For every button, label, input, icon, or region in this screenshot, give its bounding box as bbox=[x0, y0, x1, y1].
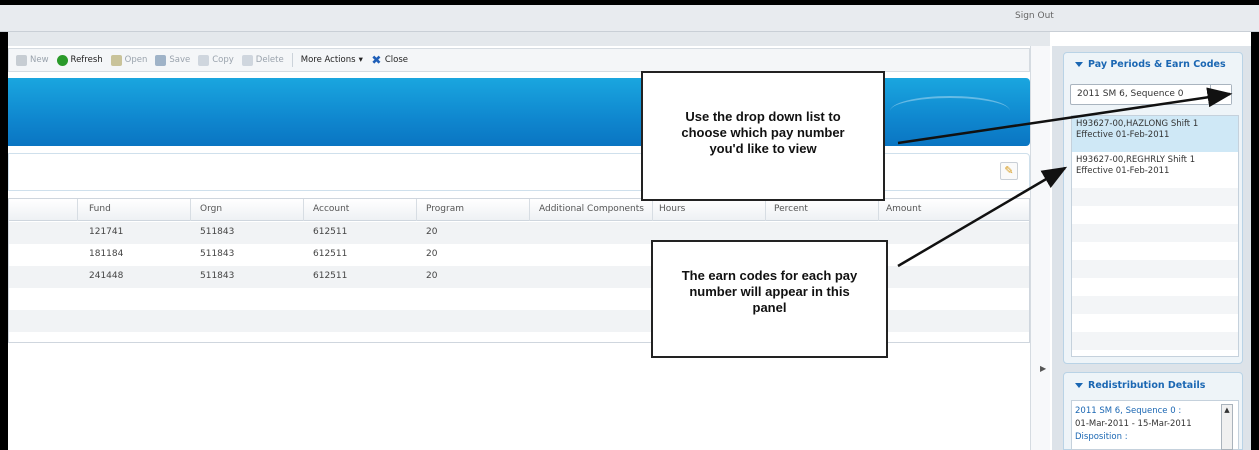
open-button[interactable]: Open bbox=[108, 53, 151, 68]
list-stripe bbox=[1072, 188, 1238, 206]
close-button[interactable]: ✖ Close bbox=[368, 53, 411, 68]
save-icon bbox=[155, 54, 167, 66]
redistribution-title[interactable]: Redistribution Details bbox=[1075, 380, 1205, 391]
folder-icon bbox=[110, 54, 122, 66]
chevron-down-icon: ▾ bbox=[358, 55, 363, 65]
column-divider bbox=[878, 199, 879, 221]
callout-line: panel bbox=[752, 300, 787, 315]
copy-icon bbox=[198, 54, 210, 66]
earn-code-effective: Effective 01-Feb-2011 bbox=[1076, 130, 1170, 140]
refresh-label: Refresh bbox=[70, 55, 103, 65]
banner-swoosh-decoration bbox=[890, 96, 1010, 126]
column-header-percent[interactable]: Percent bbox=[774, 204, 808, 214]
content-top-strip bbox=[8, 32, 1050, 46]
column-header-fund[interactable]: Fund bbox=[89, 204, 111, 214]
column-divider bbox=[652, 199, 653, 221]
earn-codes-callout: The earn codes for each pay number will … bbox=[651, 240, 888, 358]
copy-button[interactable]: Copy bbox=[195, 53, 237, 68]
orgn-cell: 511843 bbox=[200, 227, 235, 237]
screenshot-border-left bbox=[0, 0, 8, 450]
column-divider bbox=[416, 199, 417, 221]
redistribution-details: 2011 SM 6, Sequence 0 : 01-Mar-2011 - 15… bbox=[1071, 400, 1239, 450]
refresh-icon bbox=[56, 54, 68, 66]
account-cell: 612511 bbox=[313, 249, 348, 259]
expand-right-icon[interactable]: ▶ bbox=[1040, 364, 1046, 373]
top-header-bar: Sign Out bbox=[0, 0, 1259, 32]
delete-button[interactable]: Delete bbox=[239, 53, 287, 68]
program-cell: 20 bbox=[426, 249, 438, 259]
orgn-cell: 511843 bbox=[200, 271, 235, 281]
refresh-button[interactable]: Refresh bbox=[54, 53, 106, 68]
fund-cell: 241448 bbox=[89, 271, 124, 281]
scroll-up-icon[interactable]: ▲ bbox=[1222, 405, 1232, 415]
pay-periods-title-text: Pay Periods & Earn Codes bbox=[1088, 59, 1226, 70]
save-label: Save bbox=[169, 55, 191, 65]
earn-code-item[interactable]: H93627-00,REGHRLY Shift 1 Effective 01-F… bbox=[1072, 152, 1238, 188]
dropdown-callout: Use the drop down list to choose which p… bbox=[641, 71, 885, 201]
close-label: Close bbox=[384, 55, 408, 65]
screenshot-border-right bbox=[1251, 0, 1259, 450]
panel-splitter[interactable] bbox=[1030, 46, 1050, 450]
open-label: Open bbox=[124, 55, 148, 65]
fund-cell: 181184 bbox=[89, 249, 124, 259]
column-header-account[interactable]: Account bbox=[313, 204, 349, 214]
redistribution-sequence-link[interactable]: 2011 SM 6, Sequence 0 : bbox=[1075, 405, 1220, 418]
earn-codes-list: H93627-00,HAZLONG Shift 1 Effective 01-F… bbox=[1071, 115, 1239, 357]
pay-periods-title[interactable]: Pay Periods & Earn Codes bbox=[1075, 59, 1226, 70]
program-cell: 20 bbox=[426, 227, 438, 237]
new-label: New bbox=[30, 55, 49, 65]
collapse-triangle-icon bbox=[1075, 62, 1083, 67]
column-divider bbox=[765, 199, 766, 221]
more-actions-label: More Actions bbox=[300, 55, 356, 65]
more-actions-button[interactable]: More Actions ▾ bbox=[298, 53, 366, 67]
chevron-down-icon[interactable]: ▼ bbox=[1210, 85, 1231, 104]
column-header-orgn[interactable]: Orgn bbox=[200, 204, 222, 214]
edit-pencil-icon[interactable]: ✎ bbox=[1000, 162, 1018, 180]
delete-icon bbox=[241, 54, 253, 66]
save-button[interactable]: Save bbox=[152, 53, 193, 68]
callout-line: The earn codes for each pay bbox=[681, 268, 858, 283]
earn-code-name: H93627-00,HAZLONG Shift 1 bbox=[1076, 119, 1199, 129]
pay-period-select[interactable]: 2011 SM 6, Sequence 0 bbox=[1070, 84, 1232, 105]
redistribution-date-range: 01-Mar-2011 - 15-Mar-2011 bbox=[1075, 419, 1192, 429]
action-toolbar: New Refresh Open Save Copy Delete More A… bbox=[8, 48, 1030, 72]
collapse-triangle-icon bbox=[1075, 383, 1083, 388]
list-stripe bbox=[1072, 260, 1238, 278]
earn-code-name: H93627-00,REGHRLY Shift 1 bbox=[1076, 155, 1196, 165]
earn-code-item[interactable]: H93627-00,HAZLONG Shift 1 Effective 01-F… bbox=[1072, 116, 1238, 152]
grid-header: Fund Orgn Account Program Additional Com… bbox=[9, 199, 1029, 221]
earn-code-effective: Effective 01-Feb-2011 bbox=[1076, 166, 1170, 176]
new-icon bbox=[16, 54, 27, 66]
delete-label: Delete bbox=[255, 55, 284, 65]
redistribution-title-text: Redistribution Details bbox=[1088, 380, 1206, 391]
sign-out-link[interactable]: Sign Out bbox=[1015, 11, 1054, 21]
column-divider bbox=[303, 199, 304, 221]
new-button[interactable]: New bbox=[13, 53, 52, 68]
list-stripe bbox=[1072, 224, 1238, 242]
list-stripe bbox=[1072, 296, 1238, 314]
account-cell: 612511 bbox=[313, 227, 348, 237]
redistribution-disposition: Disposition : bbox=[1075, 432, 1128, 442]
orgn-cell: 511843 bbox=[200, 249, 235, 259]
column-header-hours[interactable]: Hours bbox=[659, 204, 685, 214]
toolbar-divider bbox=[291, 53, 293, 67]
fund-cell: 121741 bbox=[89, 227, 124, 237]
column-divider bbox=[77, 199, 78, 221]
list-stripe bbox=[1072, 332, 1238, 350]
close-icon: ✖ bbox=[371, 52, 382, 67]
column-divider bbox=[190, 199, 191, 221]
copy-label: Copy bbox=[212, 55, 234, 65]
callout-line: number will appear in this bbox=[689, 284, 850, 299]
program-cell: 20 bbox=[426, 271, 438, 281]
callout-line: choose which pay number bbox=[681, 125, 845, 140]
column-header-program[interactable]: Program bbox=[426, 204, 464, 214]
callout-line: you'd like to view bbox=[709, 141, 817, 156]
callout-line: Use the drop down list to bbox=[685, 109, 841, 124]
column-divider bbox=[529, 199, 530, 221]
account-cell: 612511 bbox=[313, 271, 348, 281]
column-header-amount[interactable]: Amount bbox=[886, 204, 921, 214]
redistribution-scrollbar[interactable]: ▲ bbox=[1221, 404, 1233, 450]
column-header-additional-components[interactable]: Additional Components bbox=[539, 204, 644, 214]
